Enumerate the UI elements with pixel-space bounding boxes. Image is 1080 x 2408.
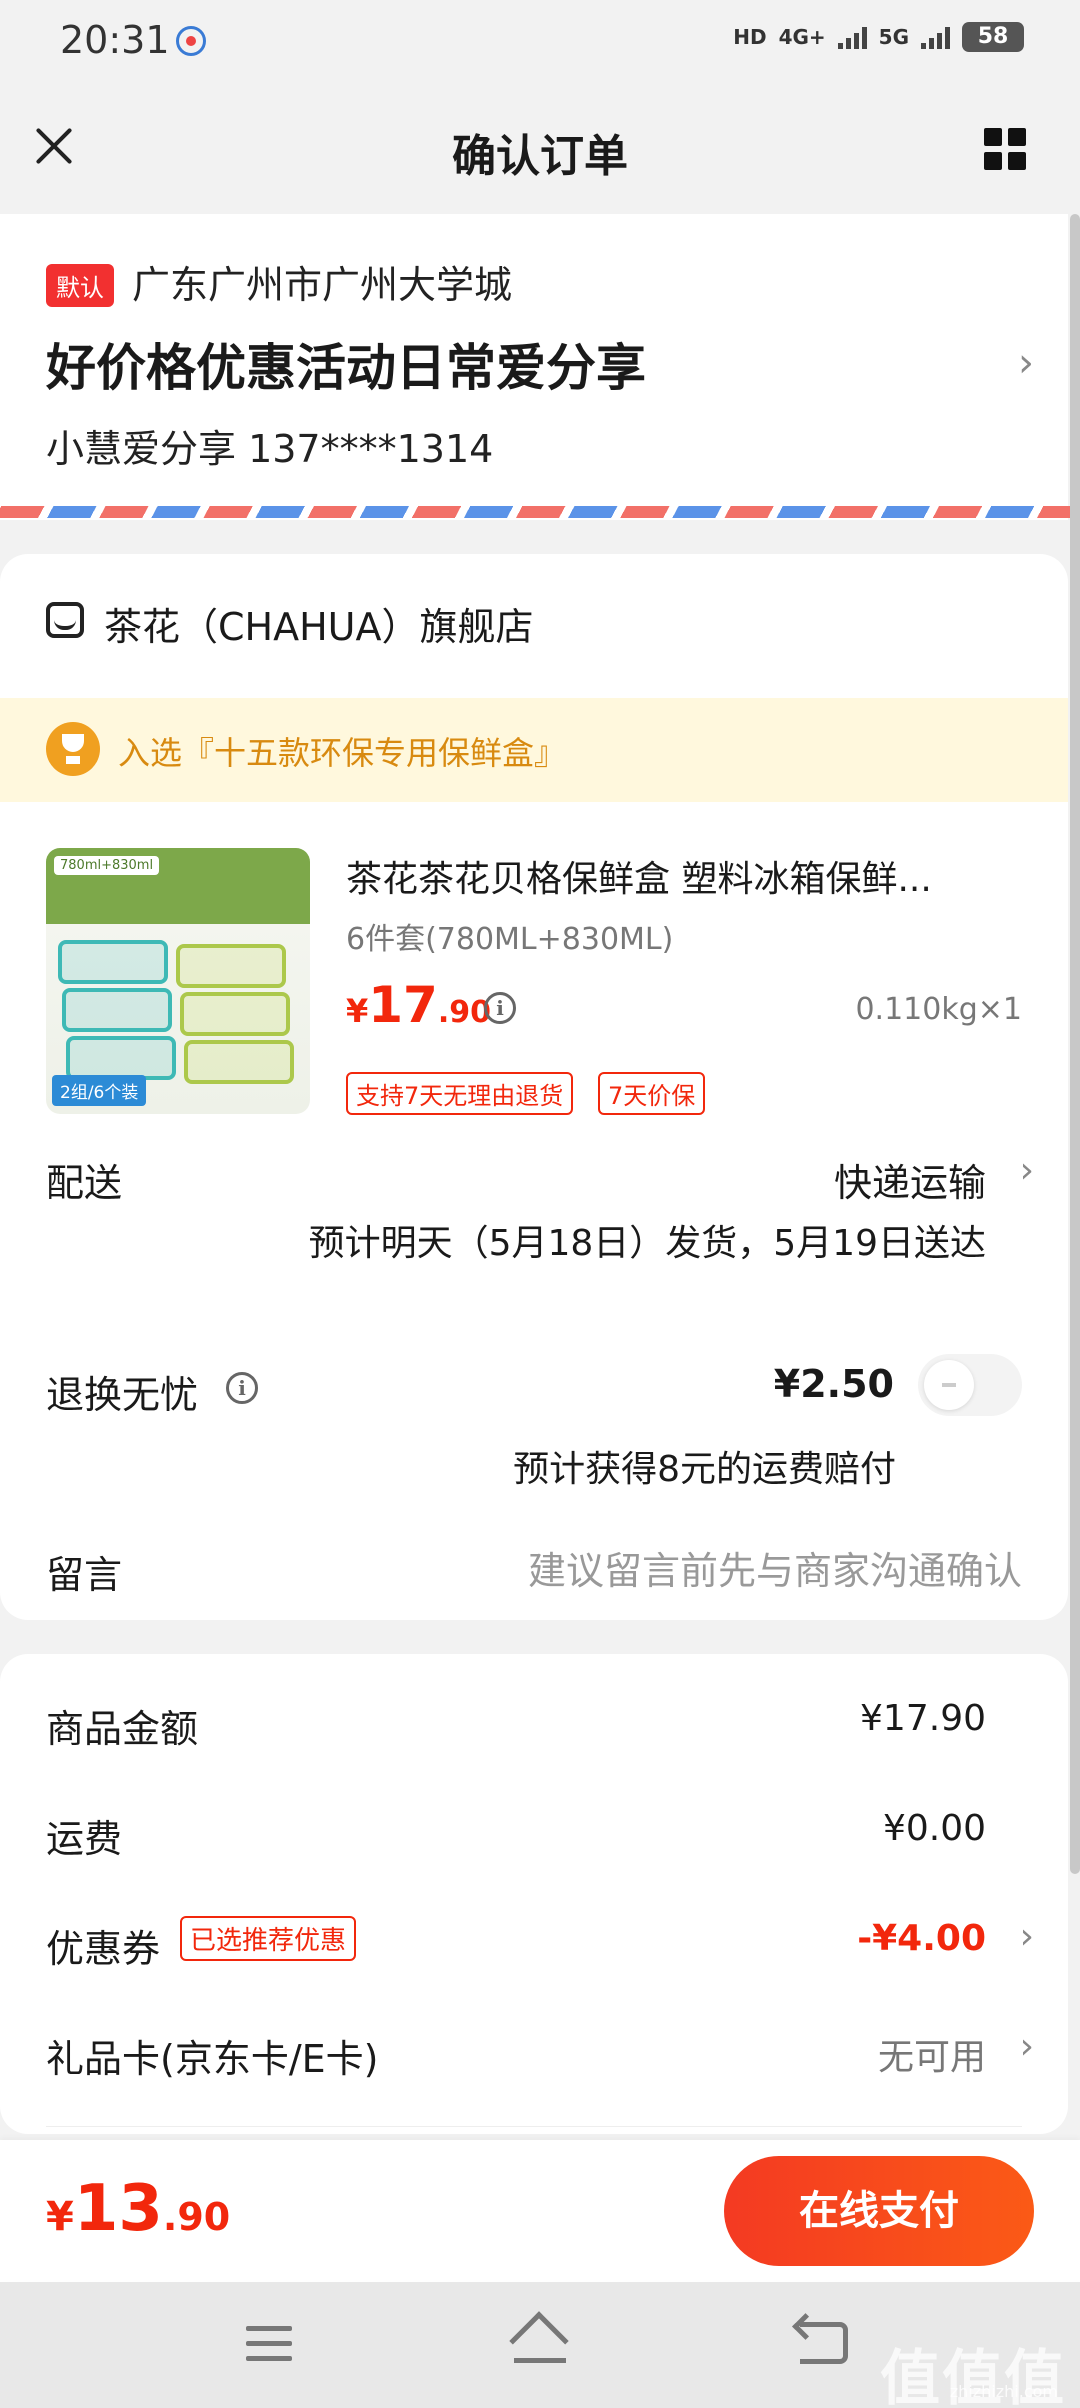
price-info-icon[interactable]: i <box>484 992 516 1024</box>
coupon-label: 优惠券 <box>46 1927 161 1971</box>
coupon-selected-tag: 已选推荐优惠 <box>180 1916 357 1961</box>
scrollbar[interactable] <box>1070 214 1080 1874</box>
network-4g-label: 4G+ <box>778 25 826 49</box>
page-title: 确认订单 <box>452 131 628 182</box>
page-header: 确认订单 <box>0 84 1080 214</box>
total-price: ¥13.90 <box>46 2172 231 2246</box>
product-title[interactable]: 茶花茶花贝格保鲜盒 塑料冰箱保鲜... <box>346 850 1006 902</box>
recents-menu-icon[interactable] <box>246 2326 292 2362</box>
return-policy-tag: 支持7天无理由退货 <box>346 1072 574 1115</box>
battery-icon: 58 <box>962 22 1024 52</box>
store-name[interactable]: 茶花（CHAHUA）旗舰店 <box>104 596 534 651</box>
shipping-value: ¥0.00 <box>882 1808 986 1849</box>
chevron-right-icon: › <box>1019 1150 1034 1191</box>
trophy-icon <box>46 722 100 776</box>
delivery-label: 配送 <box>46 1161 123 1205</box>
message-input[interactable]: 建议留言前先与商家沟通确认 <box>528 1540 1022 1595</box>
return-service-price: ¥2.50 <box>773 1362 894 1406</box>
coupon-value[interactable]: -¥4.00 <box>857 1918 986 1959</box>
product-price: ¥17.90 <box>346 976 492 1034</box>
signal-icon-2 <box>921 25 950 49</box>
store-icon <box>46 602 84 638</box>
address-region: 广东广州市广州大学城 <box>132 263 513 307</box>
watermark-url: zhizhizhi.com <box>949 2382 1058 2401</box>
price-protect-tag: 7天价保 <box>598 1072 706 1115</box>
address-detail: 好价格优惠活动日常爱分享 <box>46 339 646 397</box>
chevron-right-icon: › <box>1018 340 1034 386</box>
notification-app-icon <box>176 26 206 56</box>
home-icon[interactable] <box>509 2311 570 2371</box>
return-info-icon[interactable]: i <box>226 1372 258 1404</box>
product-image[interactable]: 780ml+830ml 2组/6个装 <box>46 848 310 1114</box>
giftcard-label: 礼品卡(京东卡/E卡) <box>46 2037 379 2081</box>
pay-online-button[interactable]: 在线支付 <box>724 2156 1034 2266</box>
product-weight-quantity: 0.110kg×1 <box>855 992 1022 1027</box>
compensation-note: 预计获得8元的运费赔付 <box>513 1449 896 1490</box>
grid-menu-icon[interactable] <box>984 128 1026 170</box>
chevron-right-icon: › <box>1019 1916 1034 1957</box>
chevron-right-icon: › <box>1019 2026 1034 2067</box>
checkout-bar: ¥13.90 在线支付 <box>0 2140 1080 2282</box>
goods-amount-value: ¥17.90 <box>860 1698 986 1739</box>
status-time: 20:31 <box>60 18 170 62</box>
delivery-estimate: 预计明天（5月18日）发货，5月19日送达 <box>308 1223 986 1264</box>
delivery-method[interactable]: 快递运输 <box>834 1152 986 1207</box>
status-bar: 20:31 HD 4G+ 5G 58 <box>0 0 1080 84</box>
shipping-label: 运费 <box>46 1817 123 1861</box>
product-spec: 6件套(780ML+830ML) <box>346 922 674 957</box>
hd-indicator: HD <box>733 25 767 49</box>
return-service-label: 退换无忧 <box>46 1373 199 1417</box>
giftcard-value[interactable]: 无可用 <box>878 2028 986 2080</box>
status-indicators: HD 4G+ 5G 58 <box>733 22 1024 52</box>
shop-card: 茶花（CHAHUA）旗舰店 入选『十五款环保专用保鲜盒』 780ml+830ml… <box>0 554 1068 1620</box>
address-card[interactable]: 默认 广东广州市广州大学城 好价格优惠活动日常爱分享 › 小慧爱分享 137**… <box>0 214 1080 520</box>
address-contact: 小慧爱分享 137****1314 <box>46 427 494 471</box>
back-icon[interactable] <box>800 2322 848 2364</box>
product-image-label: 780ml+830ml <box>54 856 160 875</box>
network-5g-label: 5G <box>878 25 909 49</box>
goods-amount-label: 商品金额 <box>46 1707 199 1751</box>
product-image-tag: 2组/6个装 <box>52 1075 147 1106</box>
default-address-badge: 默认 <box>46 264 114 307</box>
order-summary-card: 商品金额 ¥17.90 运费 ¥0.00 优惠券 已选推荐优惠 -¥4.00 ›… <box>0 1654 1068 2134</box>
message-label: 留言 <box>46 1553 123 1597</box>
promo-banner[interactable]: 入选『十五款环保专用保鲜盒』 <box>0 698 1068 802</box>
promo-text: 入选『十五款环保专用保鲜盒』 <box>118 734 567 772</box>
airmail-border <box>0 506 1080 518</box>
signal-icon <box>837 25 867 49</box>
divider <box>46 2126 1022 2127</box>
return-service-toggle[interactable] <box>918 1354 1022 1416</box>
